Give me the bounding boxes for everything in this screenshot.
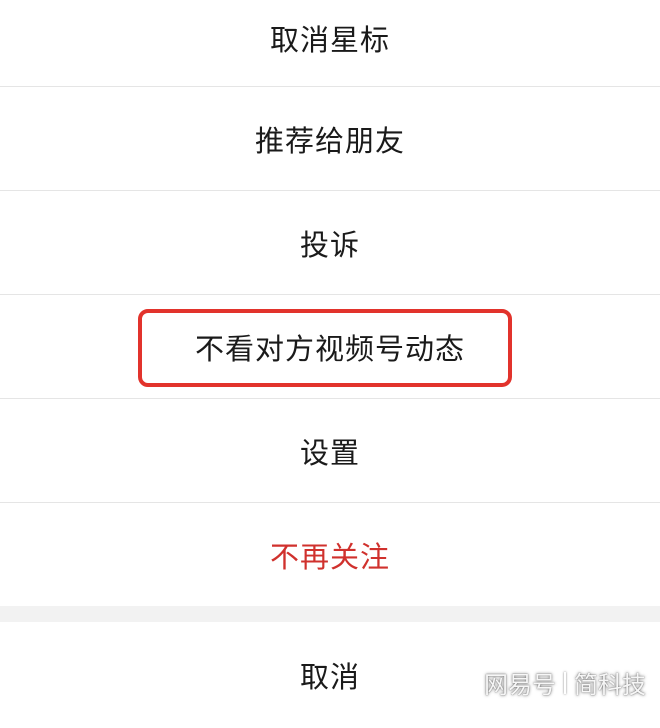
hide-channels-updates-label: 不看对方视频号动态: [194, 332, 465, 366]
watermark-source: 网易号: [484, 671, 556, 699]
hide-channels-updates-button[interactable]: 不看对方视频号动态: [0, 295, 660, 399]
recommend-to-friend-button[interactable]: 推荐给朋友: [0, 87, 660, 191]
watermark-author: 简科技: [574, 671, 646, 699]
action-sheet: 取消星标 推荐给朋友 投诉 不看对方视频号动态 设置 不再关注 取消 网易号 简…: [0, 0, 660, 728]
unstar-label: 取消星标: [269, 23, 390, 57]
unstar-button[interactable]: 取消星标: [0, 0, 660, 90]
unfollow-button[interactable]: 不再关注: [0, 503, 660, 607]
cancel-label: 取消: [299, 660, 360, 694]
report-label: 投诉: [299, 228, 360, 262]
report-button[interactable]: 投诉: [0, 191, 660, 295]
settings-label: 设置: [299, 436, 360, 470]
unfollow-label: 不再关注: [269, 540, 390, 574]
watermark: 网易号 简科技: [484, 665, 646, 700]
watermark-separator: [564, 671, 566, 694]
section-gap: [0, 606, 660, 622]
recommend-to-friend-label: 推荐给朋友: [254, 124, 405, 158]
settings-button[interactable]: 设置: [0, 399, 660, 503]
